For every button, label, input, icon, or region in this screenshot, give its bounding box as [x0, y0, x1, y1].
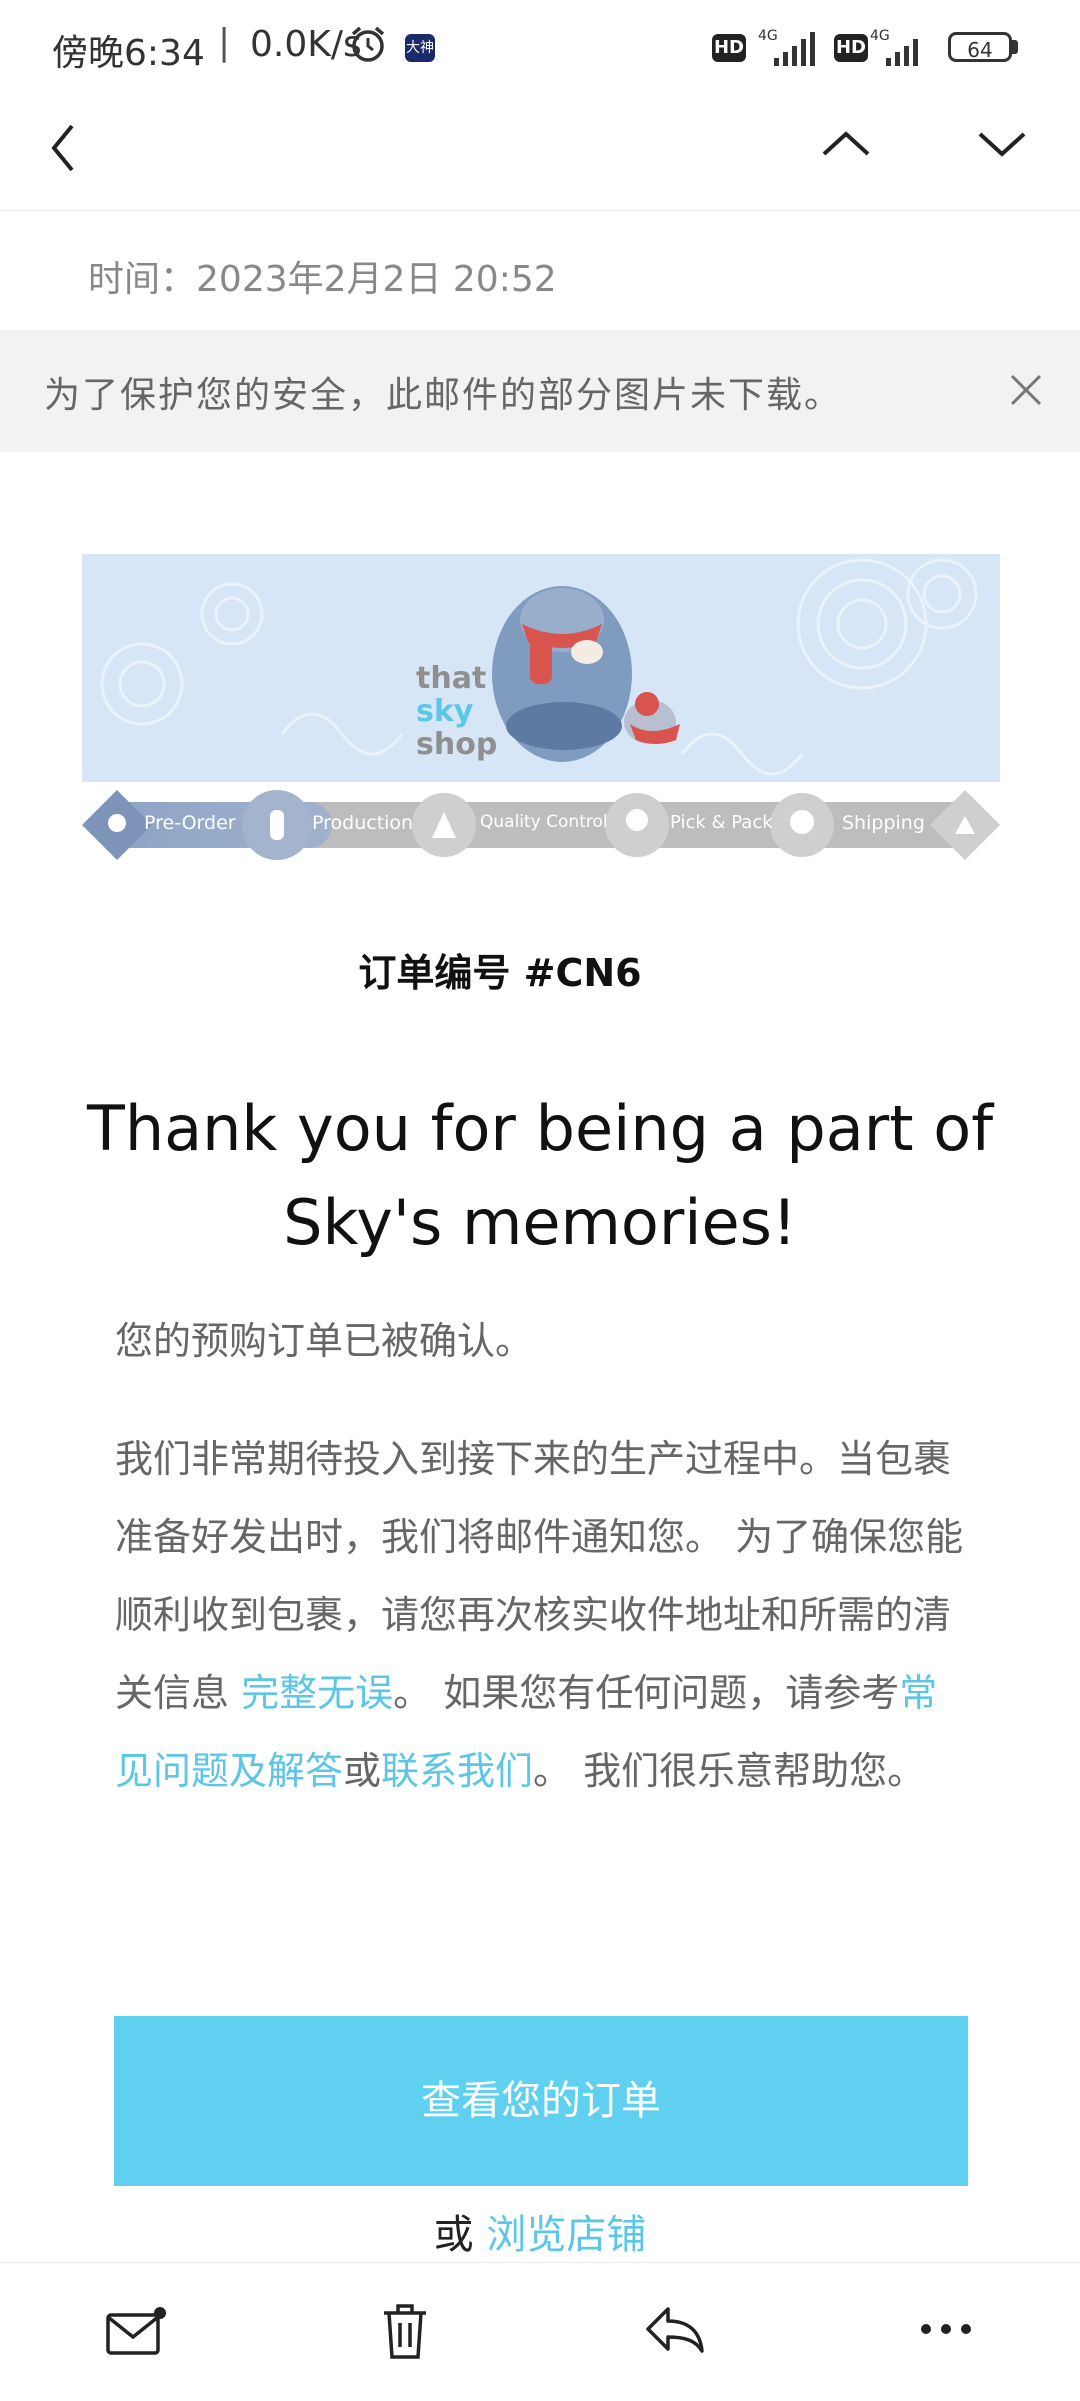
banner-illustration: [100, 558, 978, 776]
step-label: Pick & Pack: [670, 812, 773, 833]
battery-tip: [1012, 40, 1018, 54]
step-label: Quality Control: [480, 812, 608, 832]
app-notification-icon: 大神: [405, 34, 435, 62]
more-icon[interactable]: [918, 2321, 974, 2337]
status-time: 傍晚6:34: [52, 33, 205, 74]
battery-icon: 64: [948, 32, 1012, 62]
confirmation-text: 您的预购订单已被确认。: [115, 1319, 534, 1363]
reply-icon[interactable]: [642, 2301, 706, 2357]
image-blocked-notice: 为了保护您的安全，此邮件的部分图片未下载。: [0, 330, 1080, 452]
time-label: 时间：: [88, 259, 197, 300]
order-progress-bar: Pre-Order Production Quality Control Pic…: [82, 790, 1000, 860]
time-value: 2023年2月2日 20:52: [196, 259, 557, 300]
order-number: 订单编号 #CN6: [358, 951, 642, 995]
browse-store-line: 或 浏览店铺: [433, 2212, 647, 2258]
complete-info-link[interactable]: 完整无误: [241, 1671, 393, 1715]
step-label: Shipping: [842, 812, 925, 834]
bottom-action-bar: [0, 2262, 1080, 2401]
trash-icon[interactable]: [380, 2301, 430, 2361]
chevron-up-icon[interactable]: [818, 124, 874, 164]
signal-icon: [886, 39, 918, 66]
chevron-down-icon[interactable]: [974, 124, 1030, 164]
shop-banner-image: [82, 554, 1000, 782]
thank-you-headline: Thank you for being a part of Sky's memo…: [86, 1092, 994, 1259]
hd-badge: HD: [834, 34, 868, 62]
that-sky-shop-logo: that sky shop: [416, 661, 498, 762]
email-nav-bar: [0, 96, 1080, 211]
notice-text: 为了保护您的安全，此邮件的部分图片未下载。: [44, 375, 843, 416]
browse-store-link[interactable]: 浏览店铺: [486, 2212, 646, 2258]
status-bar: 傍晚6:34 | 0.0K/s 大神 HD 4G HD 4G 64: [0, 0, 1080, 96]
signal-icon: [774, 32, 815, 66]
step-label: Pre-Order: [144, 812, 236, 834]
chevron-left-icon[interactable]: [42, 118, 82, 178]
mail-unread-icon[interactable]: [104, 2305, 168, 2359]
body-paragraph: 我们非常期待投入到接下来的生产过程中。当包裹准备好发出时，我们将邮件通知您。 为…: [115, 1437, 964, 1793]
email-time: 时间：2023年2月2日 20:52: [88, 250, 557, 302]
contact-us-link[interactable]: 联系我们: [381, 1749, 533, 1793]
alarm-icon: [351, 26, 385, 62]
network-speed: 0.0K/s: [250, 24, 362, 65]
close-icon[interactable]: [1006, 370, 1046, 410]
status-separator: |: [218, 22, 231, 63]
hd-badge: HD: [712, 34, 746, 62]
view-order-button[interactable]: 查看您的订单: [114, 2016, 968, 2186]
step-label: Production: [312, 812, 414, 834]
